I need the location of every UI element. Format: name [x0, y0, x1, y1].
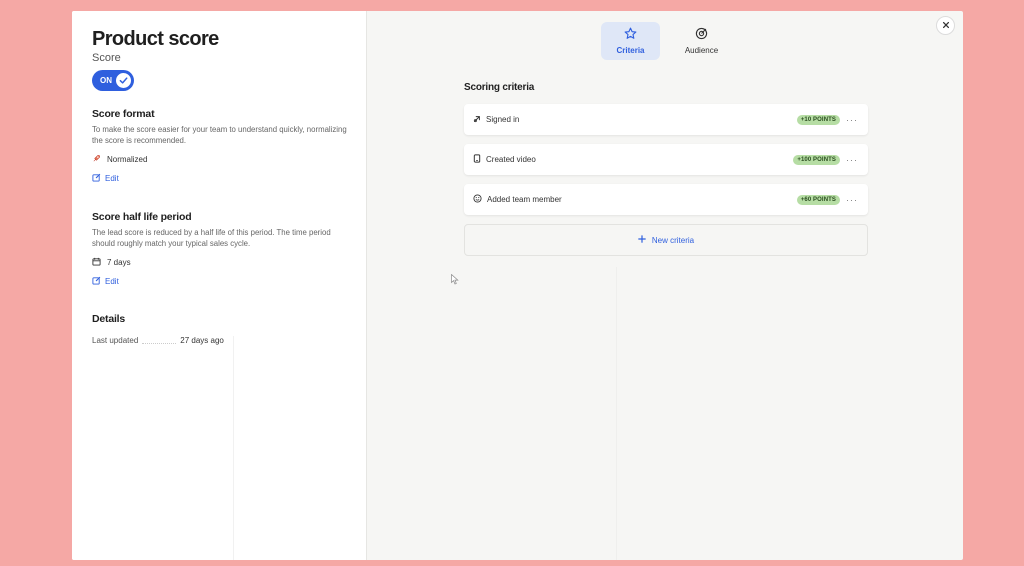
smile-icon	[473, 194, 482, 205]
mouse-cursor-icon	[451, 272, 459, 290]
score-format-edit-link[interactable]: Edit	[92, 173, 346, 184]
criteria-label: Signed in	[486, 115, 520, 124]
half-life-title: Score half life period	[92, 211, 192, 223]
details-section: Details Last updated 27 days ago	[92, 313, 346, 345]
criteria-item-signed-in[interactable]: Signed in +10 POINTS ···	[464, 104, 868, 135]
last-updated-label: Last updated	[92, 336, 139, 345]
tab-bar: Criteria Audience	[601, 22, 731, 60]
page-title: Product score	[92, 28, 219, 50]
star-icon	[624, 27, 637, 42]
check-icon	[116, 73, 131, 88]
settings-panel: Product score Score ON Score format To m…	[72, 11, 367, 560]
edit-label: Edit	[105, 277, 119, 286]
target-icon	[695, 27, 708, 42]
new-criteria-button[interactable]: New criteria	[464, 224, 868, 256]
points-badge: +60 POINTS	[796, 194, 840, 205]
score-format-value: Normalized	[92, 154, 346, 165]
half-life-value: 7 days	[92, 257, 346, 268]
criteria-list: Signed in +10 POINTS ··· Created video +…	[464, 104, 868, 256]
score-format-value-text: Normalized	[107, 155, 148, 164]
tab-criteria-label: Criteria	[616, 46, 645, 55]
half-life-section: Score half life period The lead score is…	[92, 211, 346, 287]
toggle-label: ON	[100, 76, 112, 85]
score-toggle[interactable]: ON	[92, 70, 134, 91]
criteria-label: Created video	[486, 155, 536, 164]
close-icon	[942, 20, 950, 32]
new-criteria-label: New criteria	[651, 235, 695, 245]
more-options-icon[interactable]: ···	[846, 155, 858, 165]
tab-audience[interactable]: Audience	[672, 22, 731, 60]
edit-label: Edit	[105, 174, 119, 183]
criteria-label: Added team member	[487, 195, 562, 204]
rocket-icon	[92, 154, 101, 165]
criteria-item-created-video[interactable]: Created video +100 POINTS ···	[464, 144, 868, 175]
divider	[233, 336, 234, 560]
divider	[616, 267, 617, 560]
product-score-modal: Product score Score ON Score format To m…	[72, 11, 963, 560]
edit-icon	[92, 173, 101, 184]
criteria-panel: Criteria Audience Scoring criteria Signe…	[367, 11, 963, 560]
half-life-edit-link[interactable]: Edit	[92, 276, 346, 287]
edit-icon	[92, 276, 101, 287]
score-format-title: Score format	[92, 108, 155, 120]
dotted-leader	[142, 338, 177, 344]
more-options-icon[interactable]: ···	[846, 115, 858, 125]
calendar-icon	[92, 257, 101, 268]
more-options-icon[interactable]: ···	[846, 195, 858, 205]
criteria-item-added-team-member[interactable]: Added team member +60 POINTS ···	[464, 184, 868, 215]
last-updated-row: Last updated 27 days ago	[92, 336, 346, 345]
score-format-description: To make the score easier for your team t…	[92, 125, 347, 145]
points-badge: +10 POINTS	[796, 114, 840, 125]
half-life-description: The lead score is reduced by a half life…	[92, 228, 331, 248]
half-life-value-text: 7 days	[107, 258, 131, 267]
close-button[interactable]	[936, 16, 955, 35]
details-title: Details	[92, 313, 126, 325]
score-format-section: Score format To make the score easier fo…	[92, 108, 347, 184]
plus-icon	[638, 235, 646, 245]
tab-criteria[interactable]: Criteria	[601, 22, 660, 60]
tab-audience-label: Audience	[684, 46, 719, 55]
scoring-criteria-title: Scoring criteria	[464, 82, 535, 93]
page-subtitle: Score	[92, 52, 121, 64]
points-badge: +100 POINTS	[793, 154, 840, 165]
signin-icon	[473, 115, 481, 125]
last-updated-value: 27 days ago	[180, 336, 224, 345]
video-icon	[473, 154, 481, 165]
